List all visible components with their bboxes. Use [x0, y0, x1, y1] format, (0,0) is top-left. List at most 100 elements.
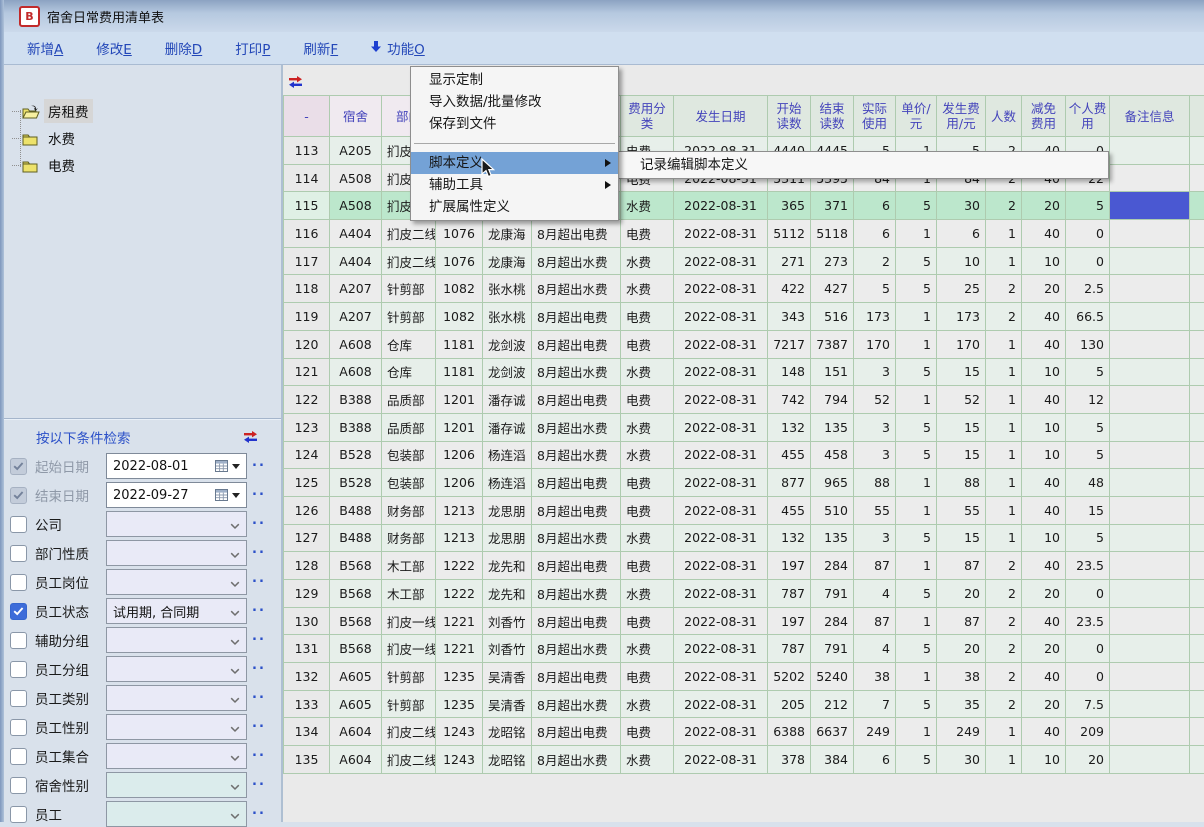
table-cell[interactable]: 2022-08-31: [674, 220, 768, 248]
table-cell[interactable]: 2022-08-31: [674, 358, 768, 386]
table-cell[interactable]: 8月超出电费: [532, 330, 621, 358]
table-cell[interactable]: [1110, 330, 1190, 358]
table-cell[interactable]: 965: [811, 469, 854, 497]
table-cell[interactable]: 7: [854, 690, 896, 718]
table-cell[interactable]: 1213: [436, 524, 483, 552]
column-header-单价/元[interactable]: 单价/ 元: [896, 96, 937, 137]
table-cell[interactable]: 791: [811, 635, 854, 663]
table-cell[interactable]: 龙先和: [483, 580, 532, 608]
dropdown-triangle-icon[interactable]: [232, 493, 240, 498]
table-cell[interactable]: 15: [1066, 496, 1110, 524]
table-cell[interactable]: 潘存诚: [483, 413, 532, 441]
table-cell[interactable]: [1110, 718, 1190, 746]
table-cell[interactable]: 8月超出电费: [532, 303, 621, 331]
combo-员工集合[interactable]: [106, 743, 247, 769]
table-cell[interactable]: 1221: [436, 607, 483, 635]
table-cell[interactable]: A207: [330, 275, 382, 303]
combo-公司[interactable]: [106, 511, 247, 537]
table-cell[interactable]: 3: [854, 441, 896, 469]
table-cell[interactable]: [1190, 303, 1204, 331]
table-cell[interactable]: 1235: [436, 690, 483, 718]
table-cell[interactable]: 2022-08-31: [674, 275, 768, 303]
date-input-起始日期[interactable]: 2022-08-01: [106, 453, 247, 479]
checkbox-辅助分组[interactable]: [10, 632, 27, 649]
table-cell[interactable]: 2022-08-31: [674, 718, 768, 746]
table-cell[interactable]: 1: [986, 220, 1022, 248]
table-cell[interactable]: 10: [1022, 413, 1066, 441]
table-cell[interactable]: 龙剑波: [483, 330, 532, 358]
row-number-cell[interactable]: 121: [284, 358, 330, 386]
chevron-down-icon[interactable]: [230, 776, 246, 795]
table-cell[interactable]: 2: [986, 552, 1022, 580]
table-cell[interactable]: 88: [937, 469, 986, 497]
menubar-item-打印[interactable]: 打印P: [235, 38, 270, 58]
table-cell[interactable]: [1110, 469, 1190, 497]
table-cell[interactable]: 扪皮二线: [382, 220, 436, 248]
row-number-cell[interactable]: 123: [284, 413, 330, 441]
table-cell[interactable]: 水费: [621, 580, 674, 608]
table-cell[interactable]: 3: [854, 524, 896, 552]
table-cell[interactable]: [1190, 663, 1204, 691]
table-cell[interactable]: [1110, 496, 1190, 524]
table-cell[interactable]: 87: [854, 607, 896, 635]
lookup-dots-button[interactable]: ..: [252, 455, 266, 470]
table-cell[interactable]: 5: [896, 247, 937, 275]
menubar-item-新增[interactable]: 新增A: [27, 38, 63, 58]
table-cell[interactable]: 电费: [621, 718, 674, 746]
lookup-dots-button[interactable]: ..: [252, 600, 266, 615]
calendar-icon[interactable]: [215, 486, 232, 505]
chevron-down-icon[interactable]: [230, 805, 246, 824]
table-cell[interactable]: 5112: [768, 220, 811, 248]
table-cell[interactable]: 品质部: [382, 386, 436, 414]
chevron-down-icon[interactable]: [230, 689, 246, 708]
table-cell[interactable]: A205: [330, 137, 382, 165]
table-cell[interactable]: 284: [811, 607, 854, 635]
table-cell[interactable]: [1190, 413, 1204, 441]
combo-员工类别[interactable]: [106, 685, 247, 711]
table-cell[interactable]: 5: [854, 275, 896, 303]
menubar-item-刷新[interactable]: 刷新F: [303, 38, 338, 58]
row-number-cell[interactable]: 114: [284, 164, 330, 192]
table-cell[interactable]: 55: [937, 496, 986, 524]
table-cell[interactable]: 197: [768, 607, 811, 635]
table-cell[interactable]: 8月超出水费: [532, 413, 621, 441]
tree-item-电费[interactable]: 电费: [12, 153, 79, 177]
table-cell[interactable]: 1: [896, 663, 937, 691]
table-cell[interactable]: 2.5: [1066, 275, 1110, 303]
lookup-dots-button[interactable]: ..: [252, 542, 266, 557]
table-cell[interactable]: 1243: [436, 746, 483, 774]
table-cell[interactable]: 5118: [811, 220, 854, 248]
row-number-cell[interactable]: 133: [284, 690, 330, 718]
menubar-item-删除[interactable]: 删除D: [165, 38, 202, 58]
chevron-down-icon[interactable]: [230, 631, 246, 650]
table-cell[interactable]: 249: [937, 718, 986, 746]
table-cell[interactable]: 扪皮一线: [382, 607, 436, 635]
table-cell[interactable]: 8月超出水费: [532, 690, 621, 718]
table-cell[interactable]: 2022-08-31: [674, 330, 768, 358]
table-cell[interactable]: 273: [811, 247, 854, 275]
table-cell[interactable]: 173: [937, 303, 986, 331]
table-cell[interactable]: 48: [1066, 469, 1110, 497]
table-cell[interactable]: 5: [896, 441, 937, 469]
table-cell[interactable]: 杨连滔: [483, 441, 532, 469]
table-cell[interactable]: [1110, 635, 1190, 663]
table-cell[interactable]: 52: [854, 386, 896, 414]
table-cell[interactable]: 10: [1022, 524, 1066, 552]
table-cell[interactable]: 1: [986, 386, 1022, 414]
combo-员工[interactable]: [106, 801, 247, 827]
table-cell[interactable]: 1206: [436, 441, 483, 469]
table-cell[interactable]: 1076: [436, 220, 483, 248]
table-cell[interactable]: 财务部: [382, 496, 436, 524]
table-cell[interactable]: 15: [937, 413, 986, 441]
table-cell[interactable]: 151: [811, 358, 854, 386]
table-cell[interactable]: 5: [1066, 441, 1110, 469]
table-cell[interactable]: [1110, 663, 1190, 691]
table-cell[interactable]: 水费: [621, 358, 674, 386]
table-cell[interactable]: [1190, 192, 1204, 220]
table-cell[interactable]: 40: [1022, 386, 1066, 414]
table-cell[interactable]: 209: [1066, 718, 1110, 746]
column-header-费用分类[interactable]: 费用分 类: [621, 96, 674, 137]
table-cell[interactable]: [1190, 580, 1204, 608]
table-cell[interactable]: A508: [330, 192, 382, 220]
row-number-cell[interactable]: 128: [284, 552, 330, 580]
